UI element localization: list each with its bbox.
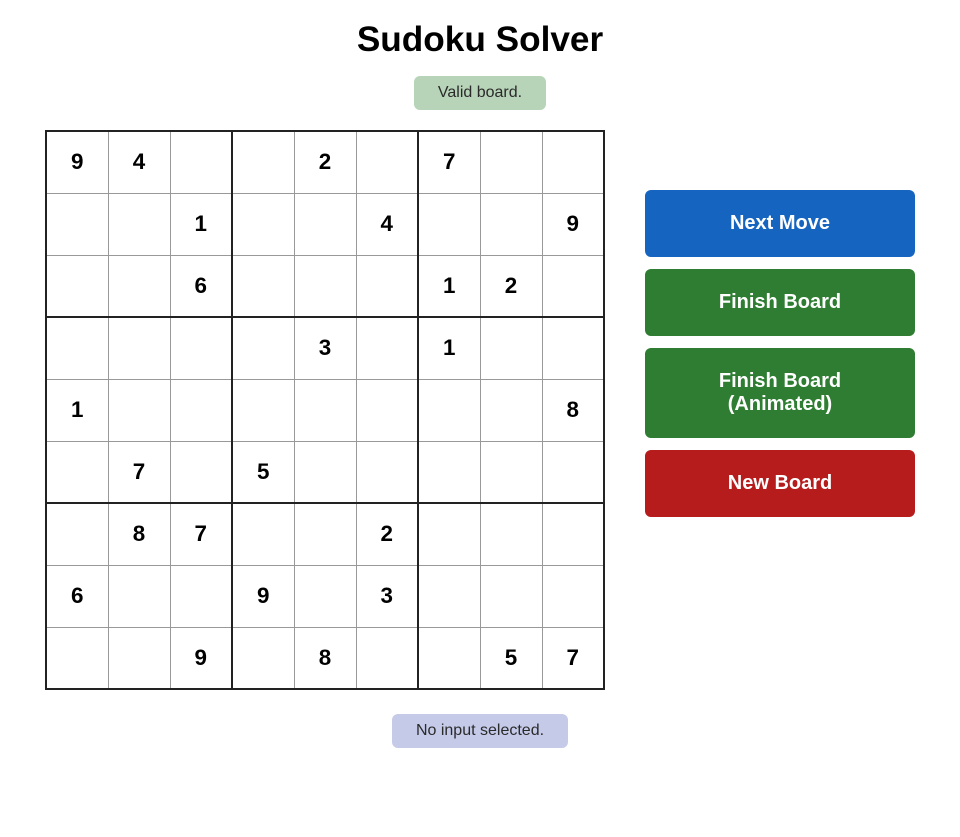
status-badge: No input selected. bbox=[392, 714, 568, 748]
cell-6-2[interactable]: 7 bbox=[170, 503, 232, 565]
cell-5-7[interactable] bbox=[480, 441, 542, 503]
cell-0-8[interactable] bbox=[542, 131, 604, 193]
cell-3-0[interactable] bbox=[46, 317, 108, 379]
cell-7-1[interactable] bbox=[108, 565, 170, 627]
cell-7-4[interactable] bbox=[294, 565, 356, 627]
cell-0-6[interactable]: 7 bbox=[418, 131, 480, 193]
cell-1-3[interactable] bbox=[232, 193, 294, 255]
cell-1-5[interactable]: 4 bbox=[356, 193, 418, 255]
cell-5-5[interactable] bbox=[356, 441, 418, 503]
cell-3-4[interactable]: 3 bbox=[294, 317, 356, 379]
cell-8-0[interactable] bbox=[46, 627, 108, 689]
cell-4-3[interactable] bbox=[232, 379, 294, 441]
cell-6-6[interactable] bbox=[418, 503, 480, 565]
cell-3-7[interactable] bbox=[480, 317, 542, 379]
cell-4-8[interactable]: 8 bbox=[542, 379, 604, 441]
cell-6-5[interactable]: 2 bbox=[356, 503, 418, 565]
cell-3-6[interactable]: 1 bbox=[418, 317, 480, 379]
cell-2-7[interactable]: 2 bbox=[480, 255, 542, 317]
cell-5-2[interactable] bbox=[170, 441, 232, 503]
cell-0-2[interactable] bbox=[170, 131, 232, 193]
cell-1-2[interactable]: 1 bbox=[170, 193, 232, 255]
cell-3-3[interactable] bbox=[232, 317, 294, 379]
cell-1-6[interactable] bbox=[418, 193, 480, 255]
cell-1-0[interactable] bbox=[46, 193, 108, 255]
finish-board-button[interactable]: Finish Board bbox=[645, 269, 915, 336]
cell-2-2[interactable]: 6 bbox=[170, 255, 232, 317]
cell-4-0[interactable]: 1 bbox=[46, 379, 108, 441]
valid-badge: Valid board. bbox=[414, 76, 546, 110]
cell-7-2[interactable] bbox=[170, 565, 232, 627]
cell-8-5[interactable] bbox=[356, 627, 418, 689]
cell-8-1[interactable] bbox=[108, 627, 170, 689]
cell-8-2[interactable]: 9 bbox=[170, 627, 232, 689]
new-board-button[interactable]: New Board bbox=[645, 450, 915, 517]
cell-3-8[interactable] bbox=[542, 317, 604, 379]
cell-6-8[interactable] bbox=[542, 503, 604, 565]
cell-6-4[interactable] bbox=[294, 503, 356, 565]
cell-3-2[interactable] bbox=[170, 317, 232, 379]
cell-2-4[interactable] bbox=[294, 255, 356, 317]
cell-1-1[interactable] bbox=[108, 193, 170, 255]
cell-1-4[interactable] bbox=[294, 193, 356, 255]
cell-6-7[interactable] bbox=[480, 503, 542, 565]
cell-5-3[interactable]: 5 bbox=[232, 441, 294, 503]
page-title: Sudoku Solver bbox=[357, 20, 603, 60]
cell-1-7[interactable] bbox=[480, 193, 542, 255]
cell-2-8[interactable] bbox=[542, 255, 604, 317]
cell-0-5[interactable] bbox=[356, 131, 418, 193]
cell-5-1[interactable]: 7 bbox=[108, 441, 170, 503]
cell-8-4[interactable]: 8 bbox=[294, 627, 356, 689]
cell-8-6[interactable] bbox=[418, 627, 480, 689]
cell-7-7[interactable] bbox=[480, 565, 542, 627]
cell-3-5[interactable] bbox=[356, 317, 418, 379]
cell-0-1[interactable]: 4 bbox=[108, 131, 170, 193]
cell-2-1[interactable] bbox=[108, 255, 170, 317]
cell-3-1[interactable] bbox=[108, 317, 170, 379]
cell-0-3[interactable] bbox=[232, 131, 294, 193]
cell-4-6[interactable] bbox=[418, 379, 480, 441]
cell-7-3[interactable]: 9 bbox=[232, 565, 294, 627]
cell-6-1[interactable]: 8 bbox=[108, 503, 170, 565]
next-move-button[interactable]: Next Move bbox=[645, 190, 915, 257]
cell-2-5[interactable] bbox=[356, 255, 418, 317]
sudoku-board: 94271496123118758726939857 bbox=[45, 130, 605, 690]
cell-5-6[interactable] bbox=[418, 441, 480, 503]
cell-4-4[interactable] bbox=[294, 379, 356, 441]
cell-0-4[interactable]: 2 bbox=[294, 131, 356, 193]
cell-7-8[interactable] bbox=[542, 565, 604, 627]
cell-7-0[interactable]: 6 bbox=[46, 565, 108, 627]
cell-0-7[interactable] bbox=[480, 131, 542, 193]
cell-2-6[interactable]: 1 bbox=[418, 255, 480, 317]
cell-7-5[interactable]: 3 bbox=[356, 565, 418, 627]
cell-0-0[interactable]: 9 bbox=[46, 131, 108, 193]
cell-4-5[interactable] bbox=[356, 379, 418, 441]
cell-5-8[interactable] bbox=[542, 441, 604, 503]
cell-8-7[interactable]: 5 bbox=[480, 627, 542, 689]
cell-8-3[interactable] bbox=[232, 627, 294, 689]
cell-1-8[interactable]: 9 bbox=[542, 193, 604, 255]
cell-6-3[interactable] bbox=[232, 503, 294, 565]
cell-5-4[interactable] bbox=[294, 441, 356, 503]
cell-4-7[interactable] bbox=[480, 379, 542, 441]
cell-8-8[interactable]: 7 bbox=[542, 627, 604, 689]
buttons-panel: Next Move Finish Board Finish Board (Ani… bbox=[645, 190, 915, 517]
cell-5-0[interactable] bbox=[46, 441, 108, 503]
cell-2-3[interactable] bbox=[232, 255, 294, 317]
cell-4-2[interactable] bbox=[170, 379, 232, 441]
cell-4-1[interactable] bbox=[108, 379, 170, 441]
cell-7-6[interactable] bbox=[418, 565, 480, 627]
finish-board-animated-button[interactable]: Finish Board (Animated) bbox=[645, 348, 915, 438]
cell-2-0[interactable] bbox=[46, 255, 108, 317]
cell-6-0[interactable] bbox=[46, 503, 108, 565]
main-layout: 94271496123118758726939857 Next Move Fin… bbox=[45, 130, 915, 690]
